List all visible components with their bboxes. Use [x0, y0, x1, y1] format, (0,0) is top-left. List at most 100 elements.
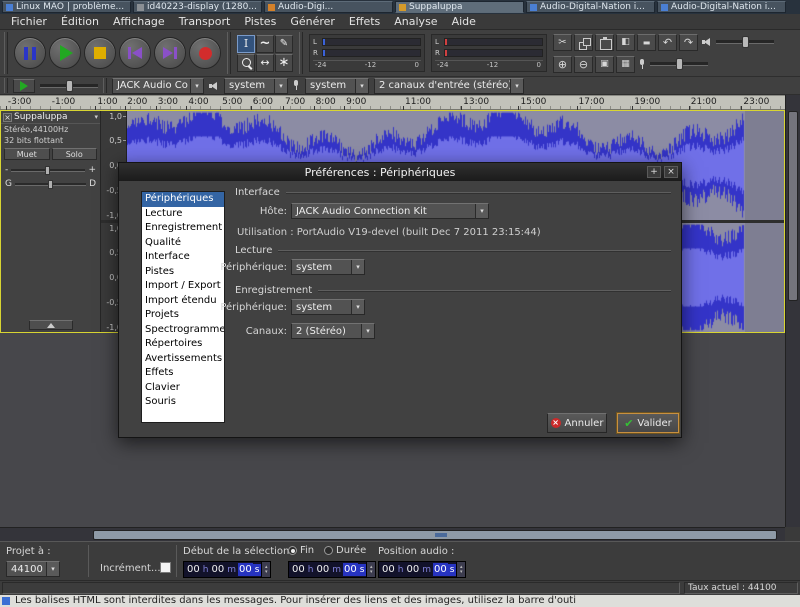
redo-button[interactable]: [679, 34, 698, 51]
stop-button[interactable]: [84, 37, 116, 69]
play-button[interactable]: [49, 37, 81, 69]
selection-tool-button[interactable]: [237, 35, 255, 53]
toolbar-gripper[interactable]: [4, 32, 8, 74]
menu-item[interactable]: Générer: [283, 15, 342, 28]
project-rate-select[interactable]: 44100 ▾: [6, 561, 60, 577]
track-collapse-button[interactable]: [29, 320, 73, 330]
preferences-category[interactable]: Effets: [142, 366, 224, 381]
selection-start-time[interactable]: 00h00m00s ▴▾: [183, 561, 271, 578]
time-spinner[interactable]: ▴▾: [456, 562, 465, 577]
slider-knob[interactable]: [742, 36, 749, 48]
envelope-tool-button[interactable]: [256, 35, 274, 53]
dialog-titlebar[interactable]: Préférences : Périphériques + ×: [119, 163, 681, 181]
play-at-speed-button[interactable]: [13, 79, 35, 93]
time-shift-tool-button[interactable]: [256, 54, 274, 72]
recording-meter[interactable]: L R -24-120: [431, 34, 547, 72]
toolbar-gripper[interactable]: [4, 78, 8, 93]
preferences-category[interactable]: Qualité: [142, 236, 224, 251]
preferences-category[interactable]: Périphériques: [142, 192, 224, 207]
taskbar-window-suppaluppa[interactable]: Suppaluppa: [395, 1, 524, 13]
taskbar-window-linux-mao[interactable]: Linux MAO | problème...: [2, 1, 131, 13]
copy-button[interactable]: [574, 34, 593, 51]
skip-to-start-button[interactable]: [119, 37, 151, 69]
audio-position-time[interactable]: 00h00m00s ▴▾: [378, 561, 466, 578]
skip-to-end-button[interactable]: [154, 37, 186, 69]
preferences-category[interactable]: Répertoires: [142, 337, 224, 352]
audio-host-select[interactable]: JACK Audio Co ▾: [112, 78, 204, 94]
time-spinner[interactable]: ▴▾: [366, 562, 375, 577]
undo-button[interactable]: [658, 34, 677, 51]
timeline-label: 13:00: [463, 97, 489, 107]
taskbar-window-adn-1[interactable]: Audio-Digital-Nation i...: [526, 1, 655, 13]
preferences-category[interactable]: Souris: [142, 395, 224, 410]
solo-button[interactable]: Solo: [52, 148, 98, 160]
slider-knob[interactable]: [48, 180, 53, 189]
silence-button[interactable]: [637, 34, 656, 51]
host-select[interactable]: JACK Audio Connection Kit ▾: [291, 203, 489, 219]
recording-device-select[interactable]: system ▾: [291, 299, 365, 315]
trim-button[interactable]: [616, 34, 635, 51]
preferences-category[interactable]: Avertissements: [142, 352, 224, 367]
track-menu-arrow-icon[interactable]: ▾: [94, 113, 98, 121]
zoom-tool-button[interactable]: [237, 54, 255, 72]
dialog-maximize-button[interactable]: +: [647, 166, 661, 178]
ok-button[interactable]: ✔ Valider: [617, 413, 679, 433]
taskbar-window-adn-2[interactable]: Audio-Digital-Nation i...: [657, 1, 786, 13]
gain-slider[interactable]: - +: [1, 162, 100, 176]
record-button[interactable]: [189, 37, 221, 69]
vertical-scrollbar[interactable]: [785, 95, 800, 527]
toolbar-gripper[interactable]: [227, 32, 231, 74]
playback-device-select[interactable]: system ▾: [291, 259, 365, 275]
menu-item[interactable]: Effets: [342, 15, 387, 28]
taskbar-window-display[interactable]: id40223-display (1280...: [133, 1, 262, 13]
toolbar-gripper[interactable]: [103, 78, 107, 93]
horizontal-scrollbar-thumb[interactable]: [93, 530, 777, 540]
output-device-select[interactable]: system ▾: [224, 78, 288, 94]
pause-button[interactable]: [14, 37, 46, 69]
play-speed-slider[interactable]: [40, 84, 98, 88]
output-volume-slider[interactable]: [702, 37, 774, 47]
slider-knob[interactable]: [66, 80, 73, 92]
pan-slider[interactable]: G D: [1, 176, 100, 190]
mute-button[interactable]: Muet: [4, 148, 50, 160]
cancel-button[interactable]: × Annuler: [547, 413, 607, 433]
preferences-category[interactable]: Import / Export: [142, 279, 224, 294]
vertical-scrollbar-thumb[interactable]: [788, 111, 798, 301]
preferences-category[interactable]: Clavier: [142, 381, 224, 396]
input-channels-select[interactable]: 2 canaux d'entrée (stéréo) ▾: [374, 78, 524, 94]
menu-item[interactable]: Fichier: [4, 15, 54, 28]
toolbar-gripper[interactable]: [299, 32, 303, 74]
selection-end-time[interactable]: 00h00m00s ▴▾: [288, 561, 376, 578]
draw-tool-button[interactable]: [275, 35, 293, 53]
menu-item[interactable]: Aide: [445, 15, 483, 28]
time-spinner[interactable]: ▴▾: [261, 562, 270, 577]
track-close-button[interactable]: ×: [3, 113, 12, 122]
fit-project-button[interactable]: [616, 56, 635, 73]
menu-item[interactable]: Affichage: [106, 15, 172, 28]
menu-item[interactable]: Analyse: [387, 15, 444, 28]
playback-meter[interactable]: L R -24-120: [309, 34, 425, 72]
horizontal-scrollbar[interactable]: [0, 527, 785, 541]
radio-end[interactable]: Fin: [288, 545, 314, 556]
track-title[interactable]: Suppaluppa: [14, 112, 92, 122]
menu-item[interactable]: Pistes: [237, 15, 283, 28]
slider-knob[interactable]: [676, 58, 683, 70]
dialog-close-button[interactable]: ×: [664, 166, 678, 178]
menu-item[interactable]: Transport: [172, 15, 238, 28]
timeline-ruler[interactable]: -3:00 -1:00 1:00 2:00 3:00 4:00 5:00 6:0…: [0, 95, 785, 110]
fit-selection-button[interactable]: [595, 56, 614, 73]
snap-to-checkbox[interactable]: [160, 562, 171, 573]
preferences-category[interactable]: Enregistrement: [142, 221, 224, 236]
input-volume-slider[interactable]: [639, 59, 708, 70]
radio-length[interactable]: Durée: [324, 545, 366, 556]
zoom-out-button[interactable]: [574, 56, 593, 73]
slider-knob[interactable]: [45, 166, 50, 175]
menu-item[interactable]: Édition: [54, 15, 106, 28]
multi-tool-button[interactable]: [275, 54, 293, 72]
paste-button[interactable]: [595, 34, 614, 51]
input-device-select[interactable]: system ▾: [305, 78, 369, 94]
recording-channels-select[interactable]: 2 (Stéréo) ▾: [291, 323, 375, 339]
cut-button[interactable]: [553, 34, 572, 51]
zoom-in-button[interactable]: [553, 56, 572, 73]
taskbar-window-audio[interactable]: Audio-Digi...: [264, 1, 393, 13]
